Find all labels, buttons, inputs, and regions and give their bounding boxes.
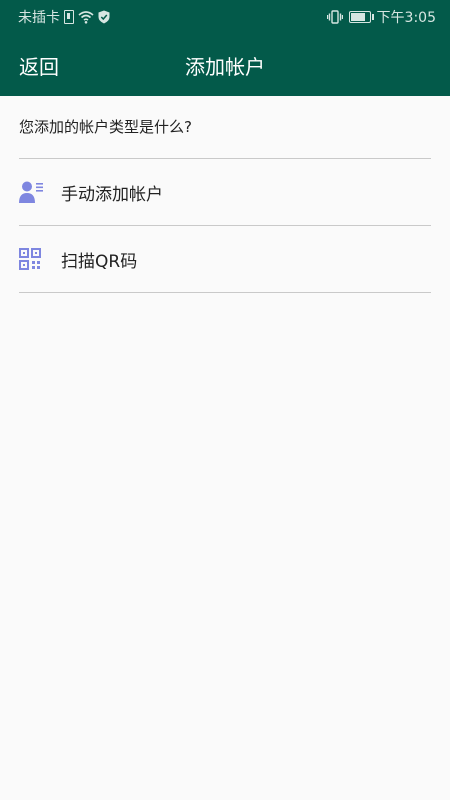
option-label: 手动添加帐户 xyxy=(61,184,163,205)
option-label: 扫描QR码 xyxy=(61,251,138,272)
status-bar: 未插卡 下午3:05 xyxy=(0,0,450,34)
battery-icon xyxy=(348,11,374,23)
clock-label: 下午3:05 xyxy=(376,10,436,26)
shield-icon xyxy=(98,10,110,24)
wifi-icon xyxy=(78,11,94,24)
page-title: 添加帐户 xyxy=(185,55,265,79)
person-card-icon xyxy=(19,179,45,205)
status-left: 未插卡 xyxy=(18,8,110,26)
toolbar: 返回 添加帐户 xyxy=(0,34,450,96)
account-type-list: 您添加的帐户类型是什么? 手动添加帐户 扫描QR码 xyxy=(19,96,431,293)
battery-fill xyxy=(350,13,365,21)
vibrate-icon xyxy=(326,10,343,24)
qr-code-icon xyxy=(19,246,45,272)
option-scan-qr[interactable]: 扫描QR码 xyxy=(19,226,431,293)
status-right: 下午3:05 xyxy=(321,8,436,26)
sim-card-icon xyxy=(64,10,74,24)
carrier-label: 未插卡 xyxy=(18,10,60,26)
option-manual-add[interactable]: 手动添加帐户 xyxy=(19,159,431,226)
prompt-text: 您添加的帐户类型是什么? xyxy=(19,96,431,159)
